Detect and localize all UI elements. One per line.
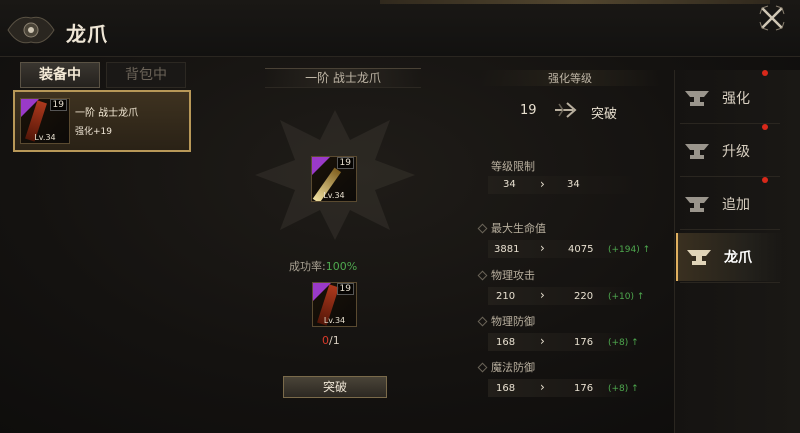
material-item-icon[interactable]: 19 Lv.34 [312,282,357,327]
stat-mdef-inc: (+8) ↑ [608,384,639,394]
nav-item-dragonclaw[interactable]: 龙爪 [676,233,782,281]
level-limit-label: 等级限制 [491,160,535,173]
stat-patk-from: 210 [496,291,516,302]
item-level: Lv.34 [34,133,56,142]
chevron-right-icon: › [540,380,545,394]
chevron-right-icon: › [540,334,545,348]
alert-dot [762,177,768,183]
stat-label-patk: 物理攻击 [491,269,535,282]
nav-item-enhance[interactable]: 强化 [676,74,780,122]
tab-equipped[interactable]: 装备中 [20,62,100,88]
page-title: 龙爪 [66,22,108,46]
enhance-level-value: 19 [520,103,537,118]
enhance-target: 突破 [591,107,618,122]
item-name: 一阶 战士龙爪 [75,108,139,119]
diamond-icon [477,223,488,234]
close-icon[interactable] [758,4,786,32]
main-item-icon: 19 Lv.34 [311,156,357,202]
material-have: 0 [322,334,329,347]
arrow-right-icon [555,102,577,118]
stat-pdef-inc: (+8) ↑ [608,338,639,348]
enhance-level-title: 强化等级 [480,70,660,86]
stat-mdef-from: 168 [496,383,516,394]
diamond-icon [477,270,488,281]
anvil-icon [685,144,709,159]
success-rate-value: 100% [325,260,358,273]
success-rate: 成功率:100% [289,258,357,274]
breakthrough-button[interactable]: 突破 [283,376,387,398]
item-title: 一阶 战士龙爪 [265,68,421,88]
stat-patk-to: 220 [574,291,594,302]
anvil-icon [685,197,709,212]
anvil-icon [687,250,711,265]
stat-mdef-to: 176 [574,383,594,394]
level-limit-to: 34 [567,179,580,190]
stat-label-pdef: 物理防御 [491,315,535,328]
top-decoration [380,0,770,4]
stat-hp-from: 3881 [494,244,520,255]
emblem-icon [7,16,55,44]
chevron-right-icon: › [540,177,545,191]
stat-pdef-from: 168 [496,337,516,348]
nav-item-append[interactable]: 追加 [676,180,780,228]
alert-dot [762,124,768,130]
stat-hp-to: 4075 [568,244,594,255]
item-icon: 19 Lv.34 [20,98,70,144]
stat-pdef-to: 176 [574,337,594,348]
nav-item-upgrade[interactable]: 升级 [676,127,780,175]
main-item-badge: 19 [336,157,354,169]
material-item-badge: 19 [336,283,354,295]
item-enhance: 强化+19 [75,127,112,137]
chevron-right-icon: › [540,241,545,255]
diamond-icon [477,362,488,373]
alert-dot [762,70,768,76]
material-need: /1 [329,334,340,347]
nav-label: 升级 [722,144,750,160]
nav-divider [680,229,780,230]
stat-label-hp: 最大生命值 [491,222,546,235]
stat-label-mdef: 魔法防御 [491,361,535,374]
stat-patk-inc: (+10) ↑ [608,292,645,302]
chevron-right-icon: › [540,288,545,302]
tab-inventory[interactable]: 背包中 [106,62,186,88]
main-item-level: Lv.34 [323,191,345,200]
nav-label: 追加 [722,197,750,213]
diamond-icon [477,316,488,327]
nav-label: 龙爪 [724,250,752,266]
material-count: 0/1 [322,334,340,347]
nav-label: 强化 [722,91,750,107]
level-limit-from: 34 [503,179,516,190]
success-rate-label: 成功率: [289,260,326,273]
equipped-item-slot[interactable]: 19 Lv.34 一阶 战士龙爪 强化+19 [13,90,191,152]
stat-hp-inc: (+194) ↑ [608,245,651,255]
nav-divider [680,282,780,283]
material-item-level: Lv.34 [323,316,346,325]
anvil-icon [685,91,709,106]
header-bar [0,0,800,57]
item-badge: 19 [49,99,67,111]
